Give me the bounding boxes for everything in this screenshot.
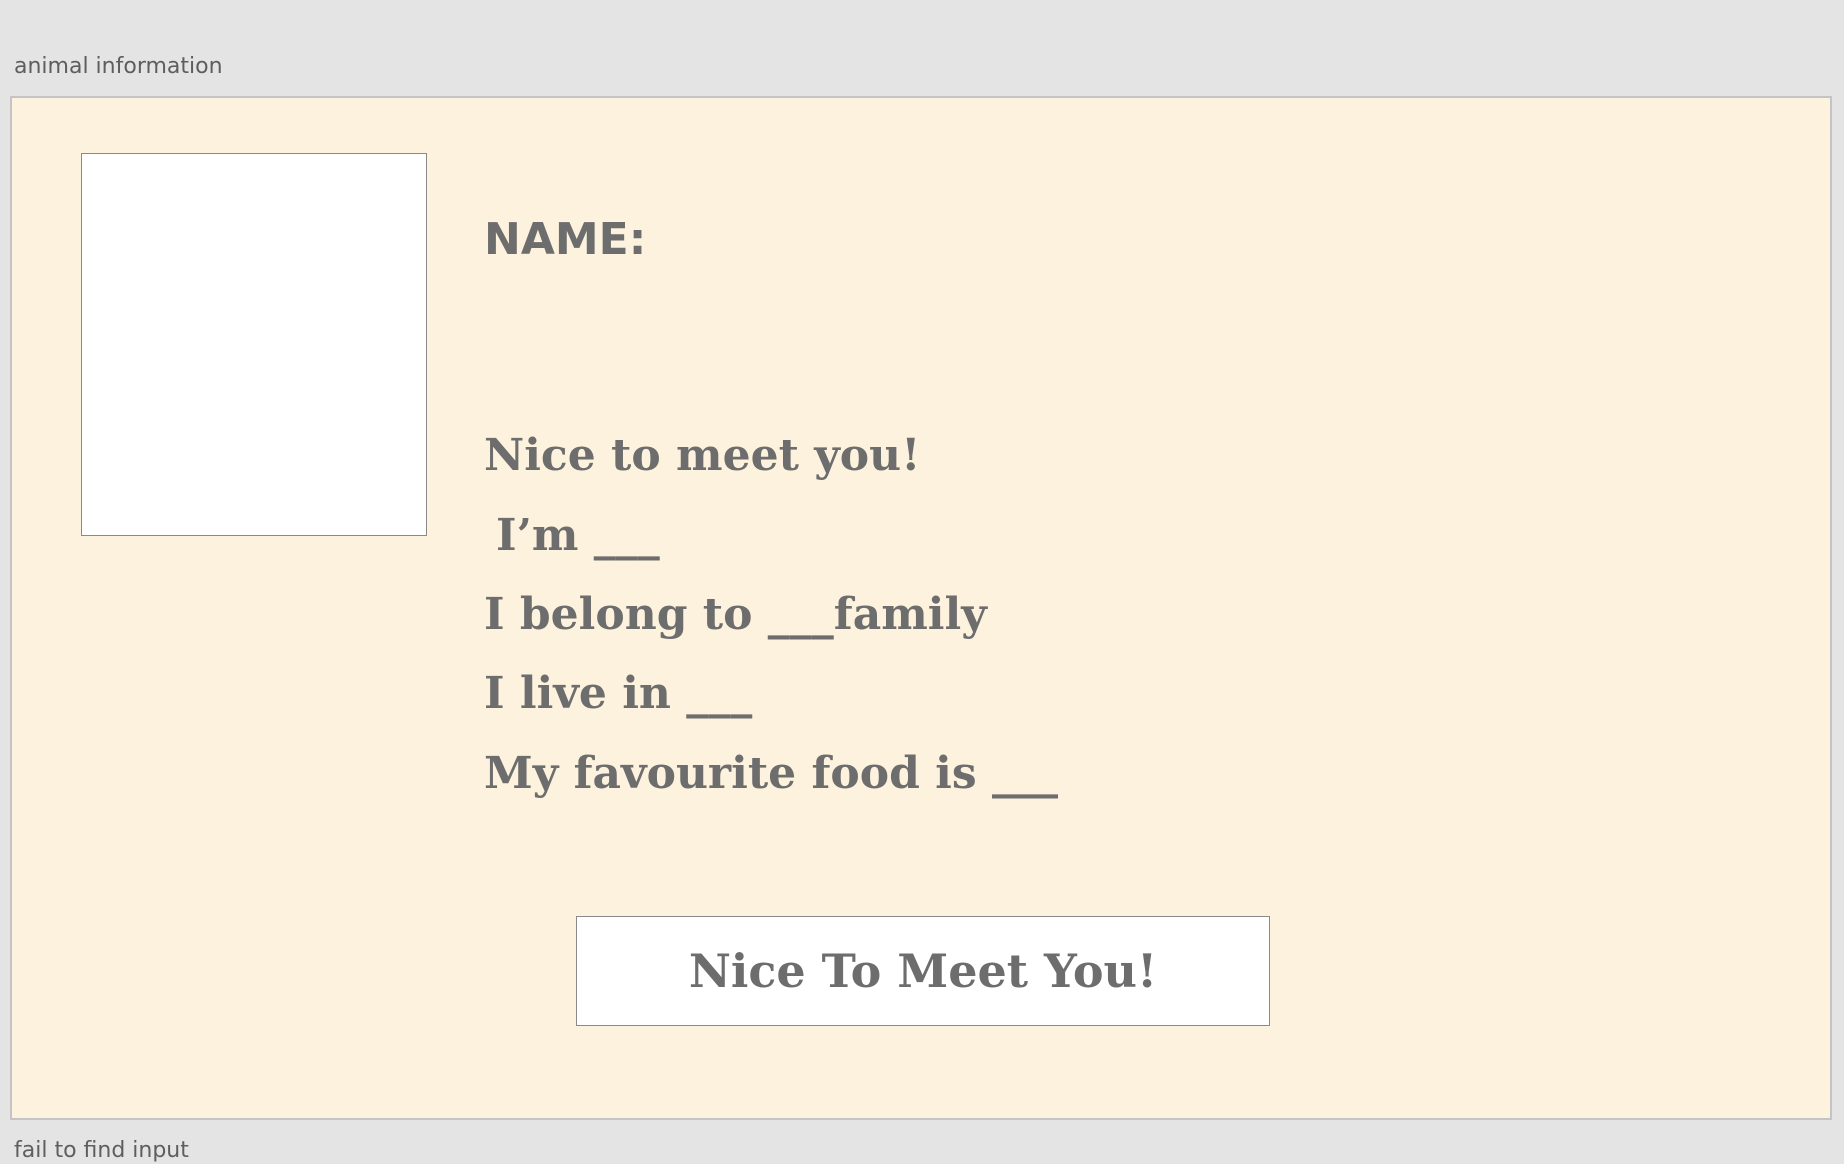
window-title: animal information — [14, 54, 223, 79]
nice-to-meet-you-button-label: Nice To Meet You! — [688, 944, 1158, 998]
food-line: My favourite food is ___ — [484, 748, 1058, 799]
animal-info-card: NAME: Nice to meet you! I’m ___ I belong… — [10, 96, 1832, 1120]
intro-line: I’m ___ — [496, 510, 660, 561]
greeting-line: Nice to meet you! — [484, 430, 921, 481]
name-label: NAME: — [484, 214, 647, 265]
habitat-line: I live in ___ — [484, 668, 753, 719]
family-line: I belong to ___family — [484, 589, 987, 640]
status-text: fail to find input — [14, 1138, 189, 1163]
animal-photo-box — [81, 153, 427, 536]
nice-to-meet-you-button[interactable]: Nice To Meet You! — [576, 916, 1270, 1026]
